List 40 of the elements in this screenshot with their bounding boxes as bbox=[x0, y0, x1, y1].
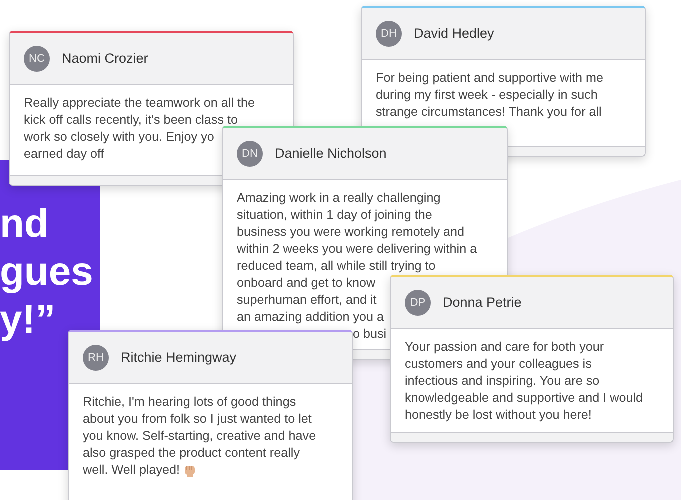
sender-name: David Hedley bbox=[414, 26, 494, 41]
hero-heading-line: y!” bbox=[0, 297, 56, 344]
hero-heading-line: gues bbox=[0, 249, 94, 296]
message-text-line: Ritchie, I'm hearing lots of good things bbox=[83, 394, 296, 411]
avatar-initials: DP bbox=[405, 290, 431, 316]
message-text-line: customers and your colleagues is bbox=[405, 356, 592, 373]
message-text-line: an amazing addition you a bbox=[237, 309, 384, 326]
message-text-line: about you from folk so I just wanted to let bbox=[83, 411, 312, 428]
message-text-line: work so closely with you. Enjoy yo bbox=[24, 129, 214, 146]
message-text-line: business you were working remotely and bbox=[237, 224, 464, 241]
sender-name: Naomi Crozier bbox=[62, 51, 148, 66]
message-text-line: superhuman effort, and it bbox=[237, 292, 377, 309]
message-text-line: onboard and get to know bbox=[237, 275, 376, 292]
message-text-line: situation, within 1 day of joining the bbox=[237, 207, 432, 224]
message-text-line: kick off calls recently, it's been class to bbox=[24, 112, 238, 129]
message-text-line: infectious and inspiring. You are so bbox=[405, 373, 600, 390]
message-text-line: also grasped the product content really bbox=[83, 445, 300, 462]
message-text-line: within 2 weeks you were delivering within a bbox=[237, 241, 478, 258]
message-text-line: o busi bbox=[353, 326, 387, 343]
message-text-line: you know. Self-starting, creative and have bbox=[83, 428, 316, 445]
message-text-line: honestly be lost without you here! bbox=[405, 407, 592, 424]
avatar-initials: DH bbox=[376, 20, 402, 46]
message-text-line: Really appreciate the teamwork on all the bbox=[24, 95, 256, 112]
sender-name: Ritchie Hemingway bbox=[121, 350, 237, 365]
avatar-initials: RH bbox=[83, 344, 109, 370]
message-text-line: Amazing work in a really challenging bbox=[237, 190, 441, 207]
hero-heading-line: nd bbox=[0, 201, 49, 248]
message-text-line: For being patient and supportive with me bbox=[376, 70, 604, 87]
raised-fist-icon bbox=[184, 464, 196, 477]
message-text-line: reduced team, all while still trying to bbox=[237, 258, 436, 275]
avatar-initials: DN bbox=[237, 140, 263, 166]
sender-name: Donna Petrie bbox=[443, 295, 522, 310]
message-text-line: earned day off bbox=[24, 146, 104, 163]
message-text-line: knowledgeable and supportive and I would bbox=[405, 390, 644, 407]
message-text-line: Your passion and care for both your bbox=[405, 339, 604, 356]
message-text-line: strange circumstances! Thank you for all bbox=[376, 104, 602, 121]
message-text: well. Well played! bbox=[83, 462, 180, 479]
message-text-line: during my first week - especially in such bbox=[376, 87, 598, 104]
sender-name: Danielle Nicholson bbox=[275, 146, 387, 161]
avatar-initials: NC bbox=[24, 46, 50, 72]
